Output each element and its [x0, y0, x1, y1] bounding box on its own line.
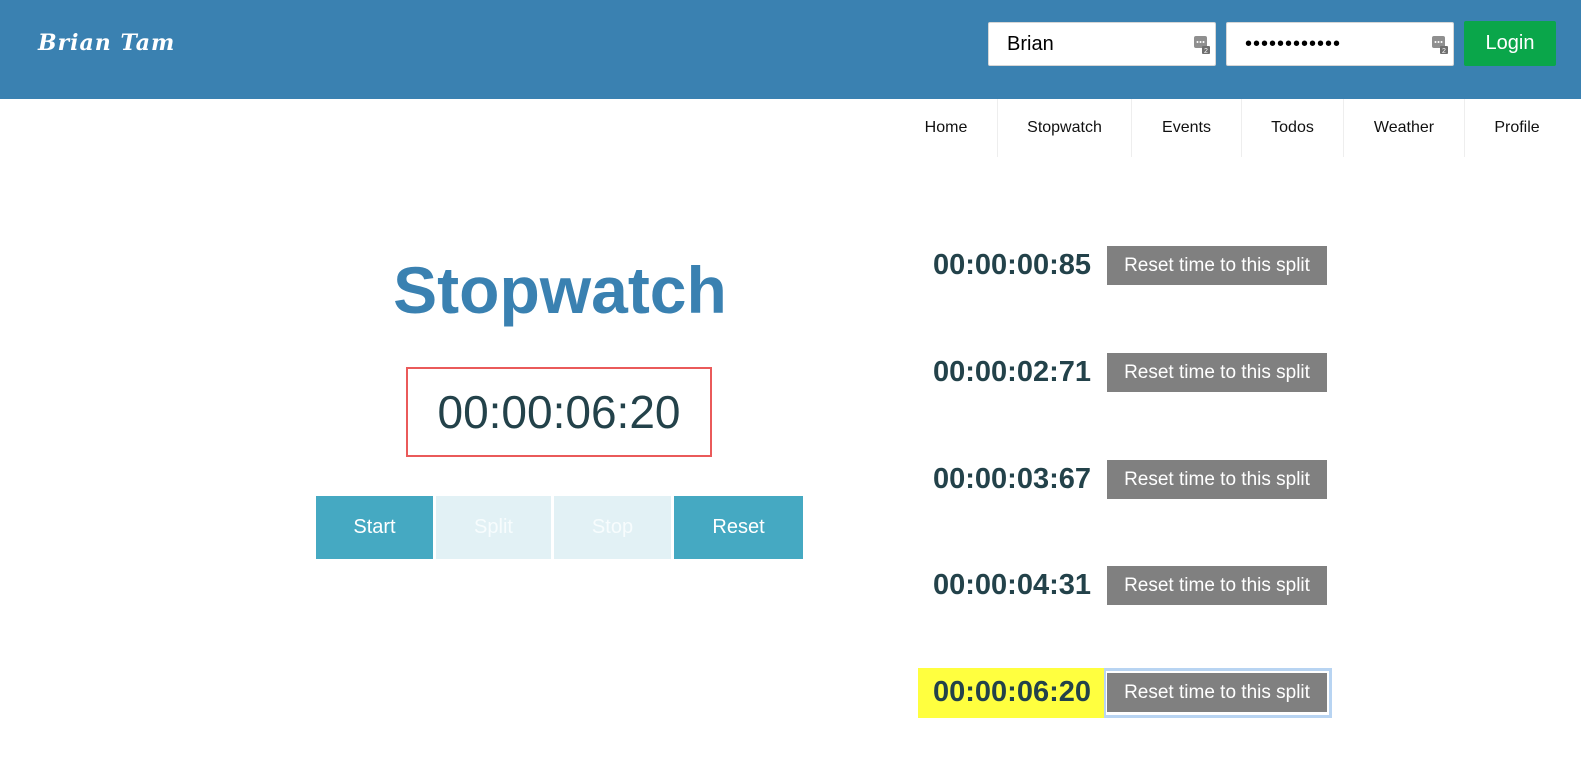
password-input[interactable] — [1227, 23, 1453, 65]
timer-value: 00:00:06:20 — [437, 386, 681, 438]
reset-to-split-button[interactable]: Reset time to this split — [1107, 246, 1327, 285]
reset-button[interactable]: Reset — [674, 496, 803, 559]
split-row: 00:00:02:71 Reset time to this split — [918, 353, 1338, 401]
page-title: Stopwatch — [393, 253, 727, 327]
nav-item-profile[interactable]: Profile — [1465, 99, 1569, 157]
reset-to-split-button[interactable]: Reset time to this split — [1107, 460, 1327, 499]
nav-item-events[interactable]: Events — [1132, 99, 1242, 157]
timer-display: 00:00:06:20 — [406, 367, 712, 457]
nav-item-stopwatch[interactable]: Stopwatch — [998, 99, 1132, 157]
split-row-current: 00:00:06:20 Reset time to this split — [918, 668, 1338, 721]
split-row: 00:00:00:85 Reset time to this split — [918, 246, 1338, 294]
password-manager-icon[interactable]: 2 — [1432, 36, 1448, 54]
split-time: 00:00:03:67 — [933, 463, 1091, 495]
svg-text:2: 2 — [1204, 48, 1208, 54]
nav-item-weather[interactable]: Weather — [1344, 99, 1465, 157]
start-button[interactable]: Start — [316, 496, 433, 559]
svg-text:2: 2 — [1442, 48, 1446, 54]
main-nav: Home Stopwatch Events Todos Weather Prof… — [895, 99, 1569, 157]
split-time: 00:00:00:85 — [933, 249, 1091, 281]
login-button[interactable]: Login — [1464, 21, 1556, 66]
nav-item-home[interactable]: Home — [895, 99, 998, 157]
split-time: 00:00:02:71 — [933, 356, 1091, 388]
split-time: 00:00:04:31 — [933, 569, 1091, 601]
reset-to-split-button[interactable]: Reset time to this split — [1107, 353, 1327, 392]
reset-to-split-button[interactable]: Reset time to this split — [1107, 673, 1327, 712]
top-header: Brian Tam 2 2 Login — [0, 0, 1581, 99]
password-manager-icon[interactable]: 2 — [1194, 36, 1210, 54]
password-field-wrapper: 2 — [1226, 22, 1454, 66]
split-time: 00:00:06:20 — [933, 676, 1091, 708]
reset-to-split-button[interactable]: Reset time to this split — [1107, 566, 1327, 605]
split-row: 00:00:04:31 Reset time to this split — [918, 566, 1338, 614]
brand-logo[interactable]: Brian Tam — [38, 30, 175, 56]
split-button[interactable]: Split — [436, 496, 551, 559]
nav-item-todos[interactable]: Todos — [1242, 99, 1344, 157]
username-field-wrapper: 2 — [988, 22, 1216, 66]
username-input[interactable] — [989, 23, 1215, 65]
stop-button[interactable]: Stop — [554, 496, 671, 559]
split-row: 00:00:03:67 Reset time to this split — [918, 460, 1338, 508]
